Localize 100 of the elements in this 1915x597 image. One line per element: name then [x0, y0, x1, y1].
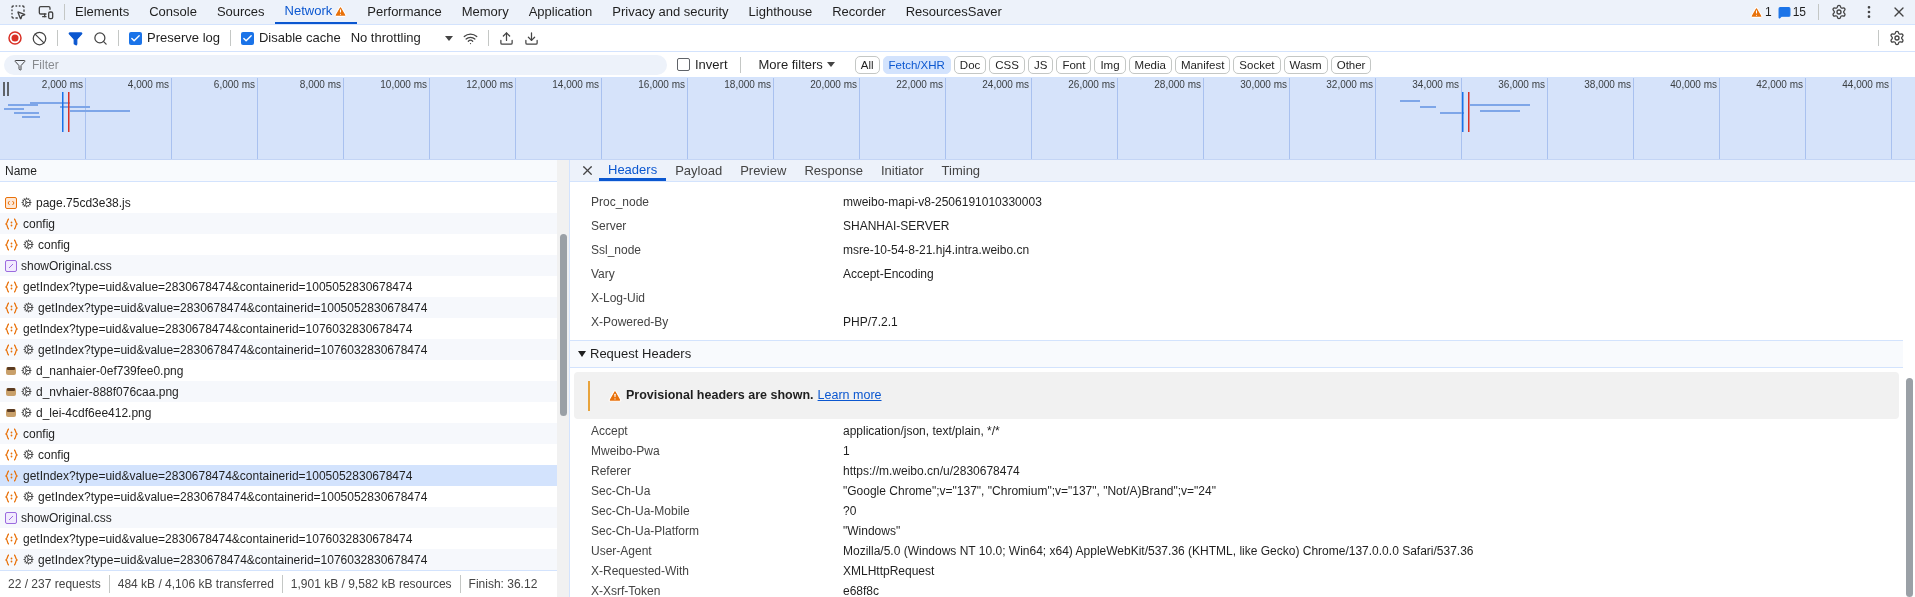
- type-filter-chip[interactable]: Fetch/XHR: [882, 55, 951, 74]
- settings-icon[interactable]: [1889, 30, 1905, 46]
- time-tick-label: 4,000 ms: [127, 80, 169, 91]
- disable-cache-checkbox[interactable]: [241, 31, 254, 45]
- type-filter-chip[interactable]: Other: [1330, 55, 1372, 74]
- request-name: getIndex?type=uid&value=2830678474&containerid=1005052830678474: [38, 488, 428, 506]
- preserve-log-checkbox[interactable]: [129, 31, 142, 45]
- type-filter-chip[interactable]: Img: [1094, 55, 1126, 74]
- record-icon[interactable]: [8, 31, 22, 45]
- type-filter-chip[interactable]: Wasm: [1283, 55, 1328, 74]
- details-tab[interactable]: Payload: [666, 160, 732, 181]
- checkbox-label[interactable]: Disable cache: [259, 28, 341, 48]
- settings-icon[interactable]: [1831, 4, 1847, 20]
- scrollbar[interactable]: [557, 160, 569, 597]
- script-file-icon: [5, 196, 17, 209]
- device-toolbar-icon[interactable]: [38, 4, 54, 20]
- stylesheet-file-icon: [5, 511, 17, 524]
- warning-message: Provisional headers are shown.: [626, 387, 814, 405]
- panel-tab[interactable]: Memory: [451, 0, 519, 24]
- network-conditions-icon[interactable]: [462, 30, 478, 46]
- close-icon[interactable]: [580, 163, 595, 178]
- panel-tab[interactable]: Console: [139, 0, 207, 24]
- filter-icon[interactable]: [68, 30, 83, 46]
- export-icon[interactable]: [523, 30, 539, 46]
- header-name: Mweibo-Pwa: [591, 443, 661, 460]
- time-tick-label: 32,000 ms: [1326, 80, 1373, 91]
- panel-tab[interactable]: ResourcesSaver: [895, 0, 1012, 24]
- request-row[interactable]: showOriginal.css: [0, 255, 557, 276]
- details-tab[interactable]: Headers: [599, 160, 667, 181]
- request-row[interactable]: getIndex?type=uid&value=2830678474&containerid=1005052830678474: [0, 297, 557, 318]
- warning-count[interactable]: 1: [1764, 3, 1772, 21]
- panel-tab[interactable]: Lighthouse: [738, 0, 823, 24]
- type-filter-chip[interactable]: JS: [1027, 55, 1054, 74]
- section-header[interactable]: Request Headers: [570, 340, 1903, 368]
- header-value: mweibo-mapi-v8-2506191010330003: [843, 194, 1042, 211]
- panel-tab[interactable]: Elements: [65, 0, 140, 24]
- message-count[interactable]: 15: [1792, 3, 1806, 21]
- panel-tab[interactable]: Recorder: [822, 0, 896, 24]
- search-icon[interactable]: [93, 30, 108, 46]
- type-filter-chip[interactable]: Font: [1056, 55, 1092, 74]
- checkbox-label[interactable]: Preserve log: [147, 28, 220, 48]
- panel-tab[interactable]: Network: [274, 0, 358, 24]
- learn-more-link[interactable]: Learn more: [817, 386, 882, 405]
- braces-icon: [5, 553, 19, 566]
- braces-icon: [5, 343, 19, 356]
- filter-field[interactable]: Filter: [4, 54, 667, 75]
- header-name: X-Xsrf-Token: [591, 583, 662, 597]
- request-name: page.75cd3e38.js: [36, 194, 131, 212]
- request-row[interactable]: config: [0, 423, 557, 444]
- header-name: Referer: [591, 463, 632, 480]
- braces-icon: [5, 427, 19, 440]
- header-name: X-Log-Uid: [591, 290, 647, 307]
- request-row[interactable]: showOriginal.css: [0, 507, 557, 528]
- header-value: https://m.weibo.cn/u/2830678474: [843, 463, 1020, 480]
- request-name: getIndex?type=uid&value=2830678474&containerid=1005052830678474: [23, 278, 413, 296]
- time-tick-label: 10,000 ms: [380, 80, 427, 91]
- header-name: Ssl_node: [591, 242, 643, 259]
- panel-tab[interactable]: Application: [518, 0, 603, 24]
- header-value: XMLHttpRequest: [843, 563, 935, 580]
- details-tab[interactable]: Preview: [731, 160, 796, 181]
- checkbox-label[interactable]: Invert: [695, 54, 728, 75]
- header-name: Sec-Ch-Ua-Platform: [591, 523, 701, 540]
- image-thumbnail-icon: [5, 364, 17, 377]
- inspect-element-icon[interactable]: [10, 4, 26, 20]
- more-filters-dropdown[interactable]: More filters: [752, 54, 841, 75]
- status-bar-text: Finish: 36.12: [459, 575, 546, 593]
- request-name: getIndex?type=uid&value=2830678474&containerid=1076032830678474: [38, 341, 428, 359]
- request-row[interactable]: config: [0, 213, 557, 234]
- details-tab[interactable]: Timing: [932, 160, 990, 181]
- header-value: "Google Chrome";v="137", "Chromium";v="137", "Not/A)Brand";v="24": [843, 483, 1216, 500]
- column-header[interactable]: Name: [5, 161, 37, 180]
- message-icon: [1777, 5, 1791, 19]
- clear-icon[interactable]: [32, 30, 47, 46]
- type-filter-chip[interactable]: CSS: [989, 55, 1025, 74]
- time-tick-label: 24,000 ms: [982, 80, 1029, 91]
- time-tick-label: 44,000 ms: [1842, 80, 1889, 91]
- panel-tab[interactable]: Privacy and security: [602, 0, 739, 24]
- import-icon[interactable]: [498, 30, 514, 46]
- request-row[interactable]: getIndex?type=uid&value=2830678474&containerid=1076032830678474: [0, 549, 557, 570]
- throttling-dropdown[interactable]: No throttling: [350, 28, 453, 48]
- request-row[interactable]: getIndex?type=uid&value=2830678474&containerid=1076032830678474: [0, 339, 557, 360]
- request-row[interactable]: getIndex?type=uid&value=2830678474&containerid=1005052830678474: [0, 465, 557, 486]
- details-tab[interactable]: Initiator: [871, 160, 933, 181]
- panel-tab[interactable]: Sources: [206, 0, 275, 24]
- type-filter-chip[interactable]: All: [854, 55, 880, 74]
- request-name: showOriginal.css: [21, 509, 112, 527]
- range-handle[interactable]: [3, 82, 9, 96]
- type-filter-chip[interactable]: Socket: [1233, 55, 1281, 74]
- request-row[interactable]: d_nvhaier-888f076caa.png: [0, 381, 557, 402]
- image-thumbnail-icon: [5, 406, 17, 419]
- invert-checkbox[interactable]: [677, 58, 690, 71]
- request-name: getIndex?type=uid&value=2830678474&containerid=1005052830678474: [23, 467, 413, 485]
- time-tick-label: 6,000 ms: [213, 80, 255, 91]
- details-tab[interactable]: Response: [795, 160, 872, 181]
- type-filter-chip[interactable]: Media: [1128, 55, 1172, 74]
- header-value: "Windows": [843, 523, 901, 540]
- type-filter-chip[interactable]: Doc: [953, 55, 987, 74]
- warning-icon: [1749, 5, 1763, 19]
- type-filter-chip[interactable]: Manifest: [1174, 55, 1231, 74]
- panel-tab[interactable]: Performance: [357, 0, 452, 24]
